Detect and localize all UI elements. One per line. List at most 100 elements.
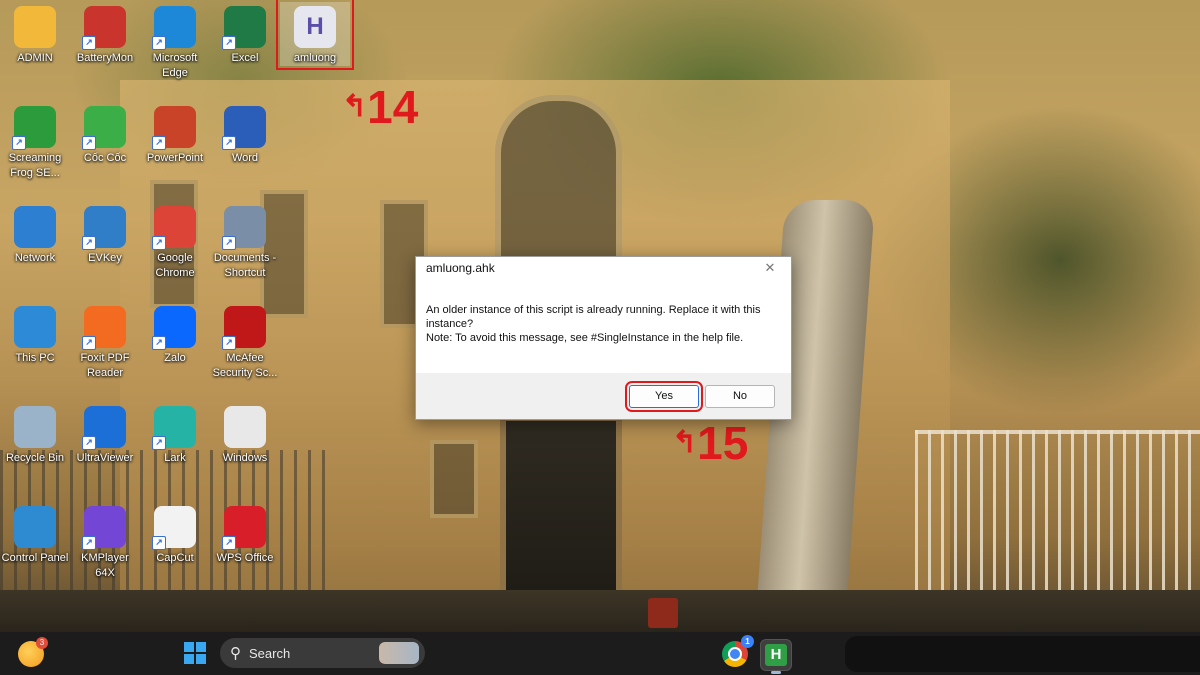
desktop-icon-folder-user[interactable]: ADMIN [0, 2, 70, 66]
this-pc-icon [14, 306, 56, 348]
kmplayer-icon: ↗ [82, 506, 126, 550]
chrome-badge: 1 [741, 635, 754, 648]
dialog-button-bar: Yes No [416, 373, 791, 419]
close-icon[interactable]: ✕ [759, 258, 781, 278]
desktop-icon-label: Screaming Frog SE... [8, 152, 62, 179]
edge-icon: ↗ [152, 6, 196, 50]
screaming-frog-icon: ↗ [12, 106, 56, 150]
search-icon: ⚲ [230, 645, 241, 662]
chrome-icon: ↗ [152, 206, 196, 250]
shortcut-arrow-icon: ↗ [222, 536, 236, 550]
mcafee-icon: ↗ [222, 306, 266, 350]
desktop-icon-label: Google Chrome [155, 252, 195, 279]
curved-arrow-icon: ↰ [342, 90, 368, 123]
desktop-icon-label: Control Panel [1, 552, 69, 564]
foxit-pdf-icon: ↗ [82, 306, 126, 350]
zalo-icon: ↗ [152, 306, 196, 350]
desktop-icon-label: CapCut [156, 552, 194, 564]
desktop-icon-this-pc[interactable]: This PC [0, 302, 70, 366]
desktop-icon-zalo[interactable]: ↗ Zalo [140, 302, 210, 366]
shortcut-arrow-icon: ↗ [152, 36, 166, 50]
desktop-icon-word[interactable]: ↗ Word [210, 102, 280, 166]
desktop-icon-ahk-script[interactable]: Hamluong [276, 0, 354, 70]
dialog-titlebar[interactable]: amluong.ahk ✕ [416, 257, 791, 279]
wallpaper-door [500, 415, 622, 607]
wallpaper-ground [0, 590, 1200, 632]
desktop-icon-coccoc[interactable]: ↗ Cốc Cốc [70, 102, 140, 166]
shortcut-arrow-icon: ↗ [82, 336, 96, 350]
taskbar-search-box[interactable]: ⚲ Search [220, 638, 425, 668]
step-14-annotation: ↰14 [342, 81, 419, 133]
yes-button[interactable]: Yes [625, 380, 703, 412]
shortcut-arrow-icon: ↗ [82, 236, 96, 250]
desktop-icon-ultraviewer[interactable]: ↗ UltraViewer [70, 402, 140, 466]
windows-file-icon [224, 406, 266, 448]
curved-arrow-icon: ↰ [672, 426, 698, 459]
lark-icon: ↗ [152, 406, 196, 450]
desktop-icon-capcut[interactable]: ↗ CapCut [140, 502, 210, 566]
desktop-icon-network[interactable]: Network [0, 202, 70, 266]
ultraviewer-icon: ↗ [82, 406, 126, 450]
desktop-icon-label: amluong [293, 52, 337, 64]
desktop-icon-label: Documents - Shortcut [213, 252, 277, 279]
coccoc-icon: ↗ [82, 106, 126, 150]
desktop-icon-control-panel[interactable]: Control Panel [0, 502, 70, 566]
desktop-icon-recycle-bin[interactable]: Recycle Bin [0, 402, 70, 466]
desktop-icon-windows-file[interactable]: Windows [210, 402, 280, 466]
desktop-icon-label: Excel [231, 52, 259, 64]
ahk-script-icon: H [294, 6, 336, 48]
desktop-icon-label: KMPlayer 64X [81, 552, 129, 579]
shortcut-arrow-icon: ↗ [82, 436, 96, 450]
desktop-icon-label: Word [231, 152, 259, 164]
desktop-icon-label: PowerPoint [146, 152, 204, 164]
wallpaper-window [430, 440, 478, 518]
capcut-icon: ↗ [152, 506, 196, 550]
shortcut-arrow-icon: ↗ [222, 136, 236, 150]
desktop-icon-label: ADMIN [17, 52, 53, 64]
desktop-icon-label: Microsoft Edge [152, 52, 198, 79]
desktop-icon-label: EVKey [88, 252, 122, 264]
desktop-icon-label: UltraViewer [76, 452, 134, 464]
desktop-icon-screaming-frog[interactable]: ↗ Screaming Frog SE... [0, 102, 70, 181]
desktop-icon-mcafee[interactable]: ↗ McAfee Security Sc... [210, 302, 280, 381]
desktop-icon-label: WPS Office [216, 552, 274, 564]
word-icon: ↗ [222, 106, 266, 150]
desktop-icon-label: Foxit PDF Reader [80, 352, 130, 379]
ahk-glyph: H [765, 644, 787, 666]
desktop-icon-label: This PC [15, 352, 55, 364]
desktop-icon-foxit-pdf[interactable]: ↗ Foxit PDF Reader [70, 302, 140, 381]
desktop-icon-edge[interactable]: ↗ Microsoft Edge [140, 2, 210, 81]
shortcut-arrow-icon: ↗ [152, 236, 166, 250]
taskbar-ahk-icon[interactable]: H [760, 639, 792, 674]
desktop-icon-label: Zalo [164, 352, 186, 364]
search-label: Search [249, 645, 291, 661]
control-panel-icon [14, 506, 56, 548]
desktop-icon-kmplayer[interactable]: ↗ KMPlayer 64X [70, 502, 140, 581]
shortcut-arrow-icon: ↗ [152, 136, 166, 150]
system-tray [845, 636, 1200, 672]
wps-office-icon: ↗ [222, 506, 266, 550]
desktop-icon-label: McAfee Security Sc... [212, 352, 278, 379]
desktop-icon-label: Lark [164, 452, 186, 464]
search-highlight-image [379, 642, 419, 664]
desktop-icon-chrome[interactable]: ↗ Google Chrome [140, 202, 210, 281]
recycle-bin-icon [14, 406, 56, 448]
desktop-icon-powerpoint[interactable]: ↗ PowerPoint [140, 102, 210, 166]
no-button[interactable]: No [705, 384, 775, 408]
ahk-replace-instance-dialog: amluong.ahk ✕ An older instance of this … [415, 256, 792, 420]
desktop-icon-battery-monitor[interactable]: ↗ BatteryMon [70, 2, 140, 66]
desktop-icon-evkey[interactable]: ↗ EVKey [70, 202, 140, 266]
windows-start-icon[interactable] [184, 642, 206, 664]
dialog-title: amluong.ahk [426, 261, 495, 275]
desktop-icon-label: Recycle Bin [5, 452, 65, 464]
desktop-icon-label: Cốc Cốc [83, 152, 127, 164]
excel-icon: ↗ [222, 6, 266, 50]
shortcut-arrow-icon: ↗ [152, 336, 166, 350]
taskbar-chrome-icon[interactable]: 1 [722, 635, 754, 667]
desktop-icon-label: BatteryMon [76, 52, 134, 64]
desktop-icon-excel[interactable]: ↗ Excel [210, 2, 280, 66]
desktop-icon-documents-folder[interactable]: ↗ Documents - Shortcut [210, 202, 280, 281]
desktop-icon-wps-office[interactable]: ↗ WPS Office [210, 502, 280, 566]
desktop-icon-lark[interactable]: ↗ Lark [140, 402, 210, 466]
weather-widget-icon[interactable]: 3 [18, 637, 48, 667]
